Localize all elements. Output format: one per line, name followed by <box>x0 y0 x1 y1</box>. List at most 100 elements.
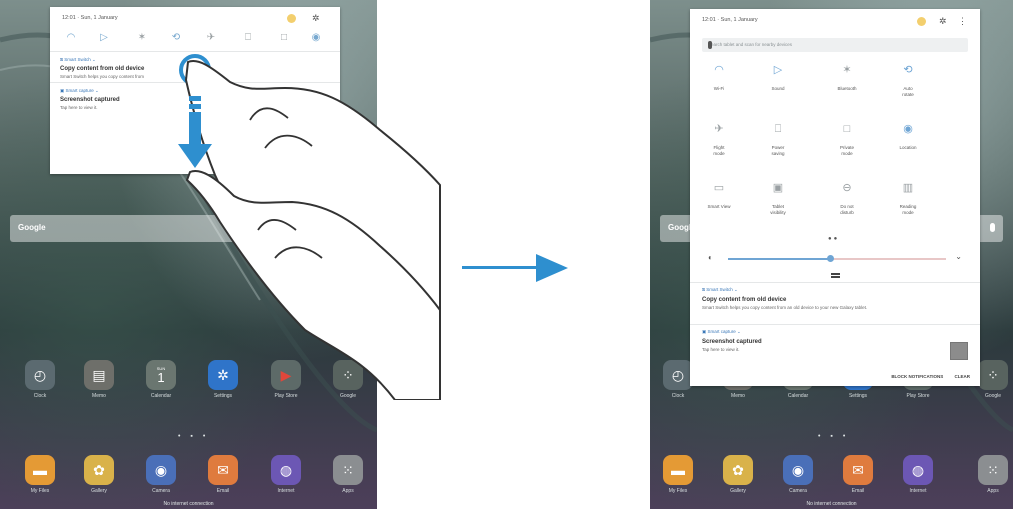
notification-title: Copy content from old device <box>702 297 787 303</box>
more-options-icon[interactable]: ⋮ <box>958 17 967 26</box>
notification-smart-switch[interactable]: S Smart Switch ⌄ Copy content from old d… <box>690 282 980 314</box>
brightness-knob[interactable] <box>826 255 834 262</box>
tile-sound[interactable]: ▷ Sound <box>758 63 798 92</box>
my-files-icon: ▬ <box>663 455 693 485</box>
screenshot-thumbnail[interactable] <box>950 342 968 360</box>
image-icon: ▣ <box>702 329 707 334</box>
notification-panel-expanded[interactable]: 12:01 · Sun, 1 January ✲ ⋮ Search tablet… <box>690 9 980 386</box>
status-time: 12:01 · Sun, 1 January <box>702 17 758 23</box>
tile-smart-view[interactable]: ▭ Smart View <box>699 181 739 210</box>
app-my-files[interactable]: ▬ My Files <box>660 455 696 494</box>
app-internet[interactable]: ◍ Internet <box>268 455 304 494</box>
tile-tablet-visibility[interactable]: ▣ Tablet visibility <box>758 181 798 216</box>
email-icon: ✉ <box>208 455 238 485</box>
quick-settings-page-indicator: ●● <box>828 236 840 242</box>
tile-label: Sound <box>771 86 785 91</box>
tile-do-not-disturb[interactable]: ⊖ Do not disturb <box>827 181 867 216</box>
app-camera[interactable]: ◉ Camera <box>780 455 816 494</box>
app-label: Memo <box>731 393 745 399</box>
drag-handle[interactable] <box>831 273 840 275</box>
app-label: Internet <box>909 488 927 494</box>
mic-icon[interactable] <box>708 41 712 49</box>
brightness-fill <box>728 258 831 260</box>
tile-location[interactable]: ◉ Location <box>888 122 928 151</box>
app-camera[interactable]: ◉ Camera <box>143 455 179 494</box>
tile-label: Reading mode <box>899 204 917 215</box>
clock-icon: ◴ <box>663 360 693 390</box>
tile-label: Private mode <box>839 145 854 156</box>
no-internet-label: No internet connection <box>163 501 214 507</box>
transition-arrow-icon <box>462 254 568 282</box>
notification-smart-capture[interactable]: ▣ Smart capture ⌄ Screenshot captured Ta… <box>690 324 980 356</box>
power-saving-icon: ⎕ <box>774 123 782 135</box>
tile-auto-rotate[interactable]: ⟲ Auto rotate <box>888 63 928 98</box>
no-internet-label: No internet connection <box>806 501 857 507</box>
tile-label: Power saving <box>771 145 785 156</box>
location-icon: ◉ <box>903 123 913 135</box>
clear-button[interactable]: CLEAR <box>955 374 971 379</box>
app-label: Internet <box>277 488 295 494</box>
app-label: Email <box>216 488 230 494</box>
settings-gear-icon[interactable]: ✲ <box>939 17 947 26</box>
apps-icon: ⁙ <box>333 455 363 485</box>
smart-switch-icon: S <box>702 287 706 292</box>
app-label: Settings <box>848 393 868 399</box>
brightness-icon: ◐ <box>708 253 713 262</box>
gallery-icon: ✿ <box>723 455 753 485</box>
private-mode-icon: □ <box>843 123 851 135</box>
app-label: Camera <box>152 488 170 494</box>
app-label: Apps <box>342 488 354 494</box>
app-email[interactable]: ✉ Email <box>205 455 241 494</box>
tile-label: Do not disturb <box>840 204 854 215</box>
brightness-track[interactable] <box>728 255 946 262</box>
app-label: Clock <box>671 393 685 399</box>
chevron-down-icon[interactable]: ⌄ <box>955 252 962 261</box>
tile-airplane[interactable]: ✈ Flight mode <box>699 122 739 157</box>
smart-view-icon: ▭ <box>713 182 725 194</box>
tile-reading-mode[interactable]: ▥ Reading mode <box>888 181 928 216</box>
sound-icon: ▷ <box>773 64 783 76</box>
mic-icon[interactable] <box>990 223 995 232</box>
notification-body: Smart Switch helps you copy content from… <box>702 305 868 310</box>
app-label: Play Store <box>906 393 930 399</box>
app-label: Calendar <box>787 393 809 399</box>
swipe-down-gesture <box>178 54 441 400</box>
app-label: Gallery <box>730 488 746 494</box>
camera-icon: ◉ <box>146 455 176 485</box>
tile-label: Smart View <box>707 204 731 209</box>
tile-wifi[interactable]: ◠ Wi-Fi <box>699 63 739 92</box>
tile-label: Flight mode <box>713 145 725 156</box>
app-internet[interactable]: ◍ Internet <box>900 455 936 494</box>
status-row: 12:01 · Sun, 1 January ✲ ⋮ <box>690 9 980 29</box>
app-gallery[interactable]: ✿ Gallery <box>720 455 756 494</box>
bluetooth-icon: ✶ <box>842 64 852 76</box>
brightness-slider[interactable]: ◐ ⌄ <box>702 252 968 266</box>
tablet-visibility-icon: ▣ <box>772 182 784 194</box>
tile-label: Tablet visibility <box>770 204 786 215</box>
app-google-folder[interactable]: ⁘ Google <box>975 360 1011 399</box>
app-label: My Files <box>30 488 50 494</box>
app-email[interactable]: ✉ Email <box>840 455 876 494</box>
finder-search-bar[interactable]: Search tablet and scan for nearby device… <box>702 38 968 52</box>
app-apps[interactable]: ⁙ Apps <box>975 455 1011 494</box>
block-notifications-button[interactable]: BLOCK NOTIFICATIONS <box>891 374 943 379</box>
tile-label: Auto rotate <box>902 86 914 97</box>
app-apps[interactable]: ⁙ Apps <box>330 455 366 494</box>
tile-power-saving[interactable]: ⎕ Power saving <box>758 122 798 157</box>
app-label: My Files <box>668 488 688 494</box>
apps-icon: ⁙ <box>978 455 1008 485</box>
app-gallery[interactable]: ✿ Gallery <box>81 455 117 494</box>
tile-private-mode[interactable]: □ Private mode <box>827 122 867 157</box>
app-label: Camera <box>789 488 807 494</box>
gallery-icon: ✿ <box>84 455 114 485</box>
app-label: Apps <box>987 488 999 494</box>
notification-app-name: S Smart Switch ⌄ <box>702 287 738 292</box>
reading-mode-icon: ▥ <box>902 182 914 194</box>
weather-sun-icon[interactable] <box>917 17 926 26</box>
app-name-text: Smart Switch <box>706 287 733 292</box>
camera-icon: ◉ <box>783 455 813 485</box>
tile-bluetooth[interactable]: ✶ Bluetooth <box>827 63 867 92</box>
app-my-files[interactable]: ▬ My Files <box>22 455 58 494</box>
do-not-disturb-icon: ⊖ <box>842 182 852 194</box>
tile-label: Wi-Fi <box>713 86 725 91</box>
